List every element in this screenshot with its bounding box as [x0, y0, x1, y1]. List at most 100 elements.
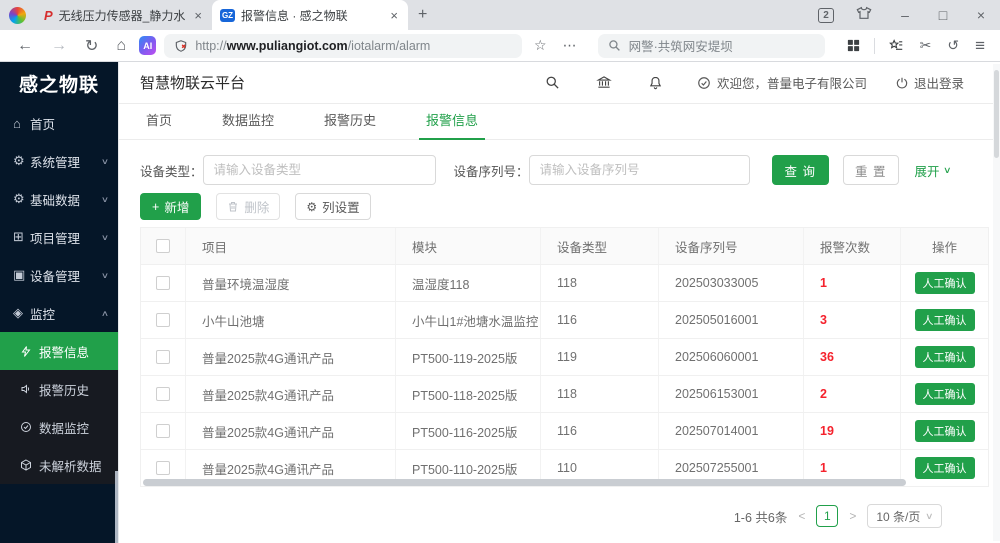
close-button[interactable]: × [962, 7, 1000, 23]
more-actions-icon[interactable]: ⋯ [555, 37, 586, 54]
sidebar: 感之物联 ⌂ 首页 ⚙ 系统管理 ∨ ⚙ 基础数据 ∨ ⊞ [0, 62, 118, 543]
row-checkbox[interactable] [156, 350, 170, 364]
browser-tab-2-active[interactable]: GZ 报警信息 · 感之物联 × [212, 0, 408, 30]
sidebar-item-monitor[interactable]: ◈ 监控 ∧ [0, 294, 118, 332]
column-settings-button[interactable]: ⚙ 列设置 [295, 193, 370, 220]
header-search-icon[interactable] [527, 75, 578, 90]
browser-logo-icon[interactable] [9, 7, 26, 24]
row-checkbox[interactable] [156, 461, 170, 475]
plus-icon: + [152, 200, 159, 214]
chevron-down-icon: ∨ [101, 195, 109, 204]
minimize-button[interactable]: – [886, 7, 924, 23]
logout-button[interactable]: 退出登录 [881, 73, 964, 92]
bookmark-star-icon[interactable]: ☆ [522, 37, 555, 54]
manual-confirm-button[interactable]: 人工确认 [915, 383, 975, 405]
hscrollbar-thumb[interactable] [143, 479, 906, 486]
row-checkbox[interactable] [156, 424, 170, 438]
url-text[interactable]: http://www.puliangiot.com/iotalarm/alarm [195, 39, 430, 53]
manual-confirm-button[interactable]: 人工确认 [915, 346, 975, 368]
submenu-item-data-monitor[interactable]: 数据监控 [0, 408, 118, 446]
menu-hamburger-icon[interactable]: ≡ [968, 36, 992, 56]
device-type-input[interactable] [203, 155, 436, 185]
page-size-select[interactable]: 10 条/页 ∨ [867, 504, 942, 528]
notification-bell-icon[interactable] [630, 75, 681, 91]
tab-home[interactable]: 首页 [143, 110, 175, 139]
select-all-checkbox[interactable] [156, 239, 170, 253]
tab-count-badge[interactable]: 2 [818, 8, 834, 23]
add-button[interactable]: + 新增 [140, 193, 201, 220]
col-project: 项目 [186, 228, 396, 264]
page-tabs: 首页 数据监控 报警历史 报警信息 [119, 104, 1000, 140]
home-icon[interactable]: ⌂ [107, 37, 135, 55]
row-checkbox[interactable] [156, 387, 170, 401]
shield-insecure-icon[interactable] [174, 39, 188, 53]
favorites-list-icon[interactable] [881, 38, 911, 53]
tab-alarm-info-active[interactable]: 报警信息 [423, 110, 481, 139]
browser-search-box[interactable]: 网警·共筑网安堤坝 [598, 34, 825, 58]
tab2-close-icon[interactable]: × [388, 8, 400, 23]
row-checkbox[interactable] [156, 276, 170, 290]
gear-icon: ⚙ [306, 200, 317, 214]
history-undo-icon[interactable]: ↺ [940, 37, 966, 54]
refresh-icon[interactable]: ↻ [76, 36, 107, 56]
sidebar-item-project[interactable]: ⊞ 项目管理 ∨ [0, 218, 118, 256]
page-number-current[interactable]: 1 [816, 505, 838, 527]
sidebar-item-basedata[interactable]: ⚙ 基础数据 ∨ [0, 180, 118, 218]
manual-confirm-button[interactable]: 人工确认 [915, 272, 975, 294]
delete-button[interactable]: 删除 [216, 193, 280, 220]
alarm-count: 1 [820, 276, 827, 290]
submenu-item-alarm-info[interactable]: 报警信息 [0, 332, 118, 370]
table-row: 普量环境温湿度 温湿度118 118 202503033005 1 人工确认 [141, 265, 988, 302]
chevron-down-icon: ∨ [101, 233, 109, 242]
browser-search-placeholder: 网警·共筑网安堤坝 [629, 36, 733, 55]
vscrollbar-thumb[interactable] [994, 70, 999, 158]
apps-grid-icon[interactable] [839, 38, 868, 53]
cube-icon [20, 459, 32, 471]
tab-data-monitor[interactable]: 数据监控 [219, 110, 277, 139]
pagination: 1-6 共6条 < 1 > 10 条/页 ∨ [140, 504, 989, 528]
sidebar-item-home[interactable]: ⌂ 首页 [0, 104, 118, 142]
welcome-user[interactable]: 欢迎您，普量电子有限公司 [681, 73, 881, 92]
manual-confirm-button[interactable]: 人工确认 [915, 420, 975, 442]
screenshot-scissors-icon[interactable]: ✂ [913, 37, 939, 54]
sidebar-item-device[interactable]: ▣ 设备管理 ∨ [0, 256, 118, 294]
browser-tab-1[interactable]: P 无线压力传感器_静力水准仪_ × [36, 0, 212, 30]
tab1-close-icon[interactable]: × [192, 8, 204, 23]
sidebar-item-system[interactable]: ⚙ 系统管理 ∨ [0, 142, 118, 180]
alarm-count: 36 [820, 350, 834, 364]
table-toolbar: + 新增 删除 ⚙ 列设置 [140, 193, 1000, 220]
ai-assistant-icon[interactable]: AI [139, 36, 156, 55]
tab-alarm-history[interactable]: 报警历史 [321, 110, 379, 139]
url-field[interactable]: http://www.puliangiot.com/iotalarm/alarm [164, 34, 522, 58]
toolbar-separator [874, 38, 875, 54]
prev-page-icon[interactable]: < [796, 509, 807, 523]
app-window: 感之物联 ⌂ 首页 ⚙ 系统管理 ∨ ⚙ 基础数据 ∨ ⊞ [0, 62, 1000, 543]
shield-check-icon [20, 421, 32, 433]
maximize-button[interactable]: □ [924, 7, 962, 23]
forward-icon[interactable]: → [42, 37, 76, 55]
new-tab-button[interactable]: + [408, 6, 437, 24]
chevron-down-icon: ∨ [925, 511, 934, 522]
tab1-title: 无线压力传感器_静力水准仪_ [59, 7, 187, 24]
manual-confirm-button[interactable]: 人工确认 [915, 309, 975, 331]
expand-link[interactable]: 展开 ∨ [915, 161, 951, 180]
manual-confirm-button[interactable]: 人工确认 [915, 457, 975, 479]
row-checkbox[interactable] [156, 313, 170, 327]
submenu-item-unparsed-data[interactable]: 未解析数据 [0, 446, 118, 484]
lightning-icon [20, 345, 32, 358]
device-type-label: 设备类型： [140, 161, 203, 180]
serial-input[interactable] [529, 155, 750, 185]
organization-bank-icon[interactable] [578, 75, 630, 90]
tab2-favicon: GZ [220, 9, 235, 22]
serial-label: 设备序列号： [454, 161, 529, 180]
submenu-item-alarm-history[interactable]: 报警历史 [0, 370, 118, 408]
frame-icon: ▣ [13, 267, 30, 283]
back-icon[interactable]: ← [8, 37, 42, 55]
search-button[interactable]: 查 询 [772, 155, 829, 185]
next-page-icon[interactable]: > [847, 509, 858, 523]
chevron-down-icon: ∨ [101, 271, 109, 280]
alarm-count: 3 [820, 313, 827, 327]
table-row: 普量2025款4G通讯产品 PT500-119-2025版 119 202506… [141, 339, 988, 376]
reset-button[interactable]: 重 置 [843, 155, 898, 185]
theme-shirt-icon[interactable] [856, 6, 872, 25]
